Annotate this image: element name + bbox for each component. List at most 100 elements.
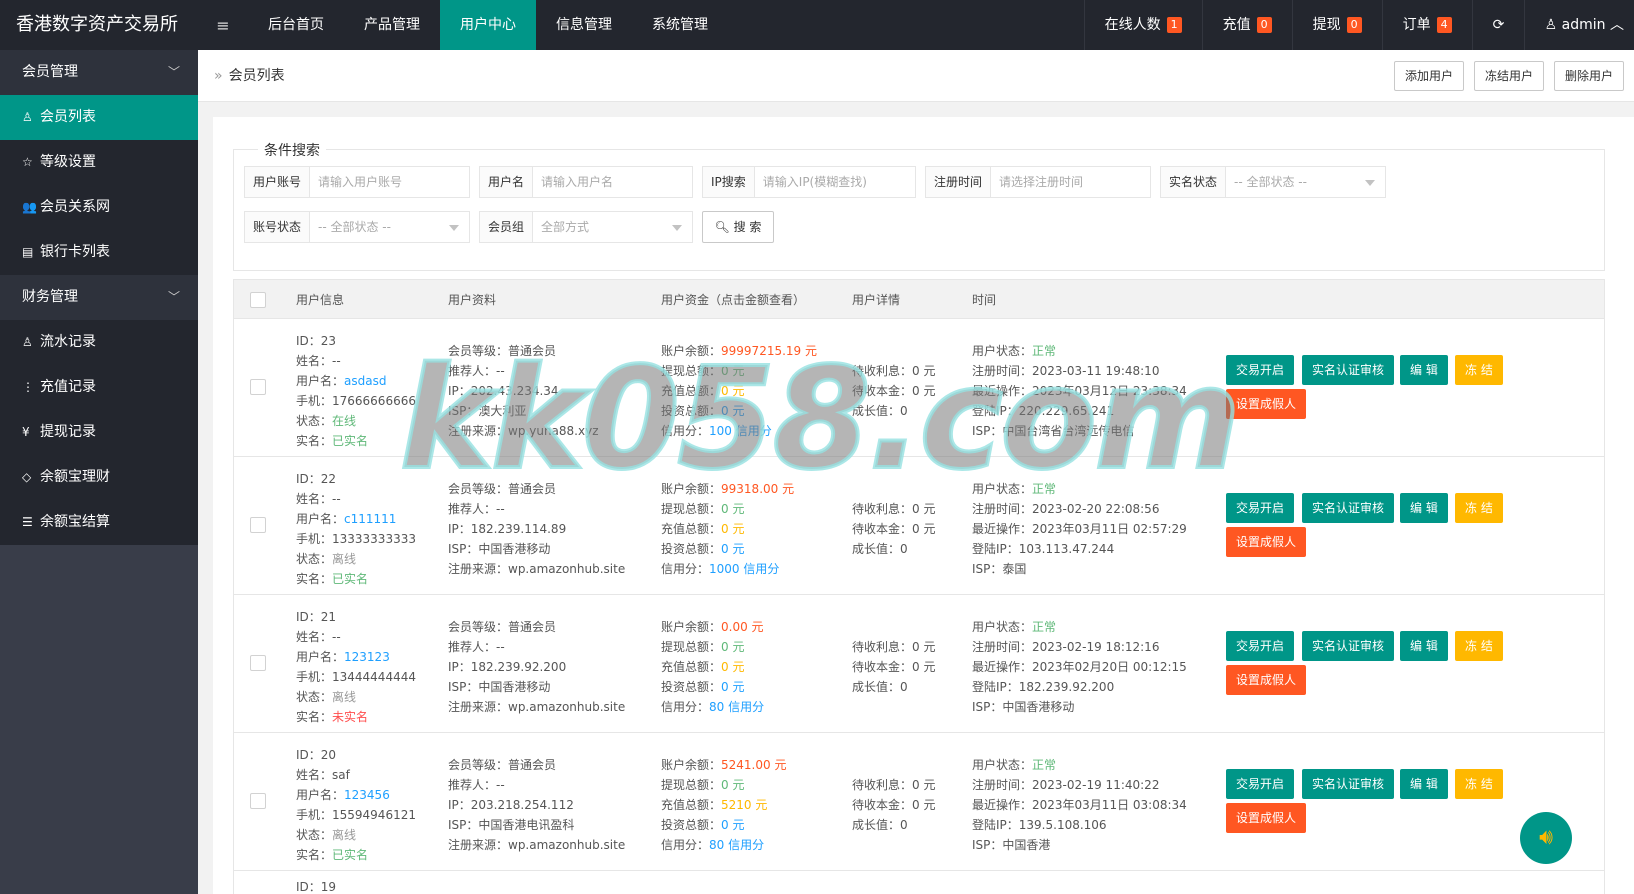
recharge-value[interactable]: 0 元 (721, 660, 744, 674)
admin-name: admin (1561, 17, 1606, 33)
credit-value[interactable]: 100 信用分 (709, 424, 772, 438)
row-checkbox[interactable] (250, 379, 266, 395)
recharge-value[interactable]: 0 元 (721, 384, 744, 398)
topnav-system[interactable]: 系统管理 (632, 0, 728, 50)
freeze-button[interactable]: 冻 结 (1455, 769, 1503, 799)
order-link[interactable]: 订单 4 (1381, 0, 1472, 50)
set-fake-button[interactable]: 设置成假人 (1226, 527, 1307, 557)
credit-value[interactable]: 80 信用分 (709, 838, 764, 852)
username-link[interactable]: 123123 (344, 650, 390, 664)
regtime-input[interactable]: 请选择注册时间 (991, 167, 1150, 197)
verify-review-button[interactable]: 实名认证审核 (1302, 493, 1395, 523)
table-row: ID：19 (233, 871, 1605, 894)
edit-button[interactable]: 编 辑 (1400, 355, 1448, 385)
search-button-label: 搜 索 (733, 220, 762, 234)
account-state-value: 正常 (1032, 620, 1057, 634)
delete-user-button[interactable]: 删除用户 (1553, 61, 1624, 91)
topnav-home[interactable]: 后台首页 (248, 0, 344, 50)
profile-line: 注册来源：wp.yuna88.xyz (448, 424, 599, 438)
sidebar-item-member-list[interactable]: ♙ 会员列表 (0, 95, 198, 140)
sidebar-item-flow[interactable]: ♙ 流水记录 (0, 320, 198, 365)
balance-value[interactable]: 99318.00 元 (721, 482, 794, 496)
sidebar-item-withdraw[interactable]: ¥ 提现记录 (0, 410, 198, 455)
sidebar-group-members[interactable]: 会员管理 ﹀ (0, 50, 198, 95)
edit-button[interactable]: 编 辑 (1400, 631, 1448, 661)
withdraw-value[interactable]: 0 元 (721, 364, 744, 378)
admin-menu[interactable]: ♙ admin ︿ (1523, 0, 1634, 50)
trade-toggle-button[interactable]: 交易开启 (1226, 631, 1295, 661)
withdraw-value[interactable]: 0 元 (721, 502, 744, 516)
verify-label: 实名： (296, 572, 333, 586)
withdraw-value[interactable]: 0 元 (721, 778, 744, 792)
trade-toggle-button[interactable]: 交易开启 (1226, 769, 1295, 799)
time-line: ISP：中国香港移动 (972, 700, 1075, 714)
invest-value[interactable]: 0 元 (721, 404, 744, 418)
speaker-icon[interactable]: 🔊︎ (1520, 812, 1572, 864)
username-link[interactable]: 123456 (344, 788, 390, 802)
user-detail-cell: 待收利息：0 元待收本金：0 元成长值：0 (852, 361, 935, 421)
sidebar-item-relations[interactable]: 👥 会员关系网 (0, 185, 198, 230)
withdraw-link[interactable]: 提现 0 (1291, 0, 1382, 50)
sidebar-item-bank-cards[interactable]: ▤ 银行卡列表 (0, 230, 198, 275)
balance-value[interactable]: 5241.00 元 (721, 758, 786, 772)
sidebar-group-finance[interactable]: 财务管理 ﹀ (0, 275, 198, 320)
order-label: 订单 (1402, 17, 1431, 33)
account-input[interactable]: 请输入用户账号 (310, 167, 469, 197)
credit-value[interactable]: 1000 信用分 (709, 562, 779, 576)
verify-review-button[interactable]: 实名认证审核 (1302, 631, 1395, 661)
table-header: 用户信息 用户资料 用户资金（点击金额查看） 用户详情 时间 (233, 279, 1605, 319)
freeze-button[interactable]: 冻 结 (1455, 493, 1503, 523)
ip-input[interactable]: 请输入IP(模糊查找) (755, 167, 915, 197)
sidebar-group-label: 会员管理 (22, 64, 78, 80)
account-status-select[interactable]: -- 全部状态 -- (310, 212, 469, 242)
add-user-button[interactable]: 添加用户 (1393, 61, 1464, 91)
freeze-button[interactable]: 冻 结 (1455, 631, 1503, 661)
sidebar-item-yuebao[interactable]: ◇ 余额宝理财 (0, 455, 198, 500)
trade-toggle-button[interactable]: 交易开启 (1226, 493, 1295, 523)
username-input[interactable]: 请输入用户名 (533, 167, 692, 197)
invest-value[interactable]: 0 元 (721, 680, 744, 694)
topnav-user-center[interactable]: 用户中心 (440, 0, 536, 50)
freeze-user-button[interactable]: 冻结用户 (1473, 61, 1544, 91)
user-icon: ♙ (22, 110, 33, 124)
online-count-link[interactable]: 在线人数 1 (1083, 0, 1202, 50)
menu-toggle-icon[interactable]: ≡ (198, 16, 248, 35)
trade-toggle-button[interactable]: 交易开启 (1226, 355, 1295, 385)
verify-review-button[interactable]: 实名认证审核 (1302, 769, 1395, 799)
realname-select[interactable]: -- 全部状态 -- (1226, 167, 1385, 197)
set-fake-button[interactable]: 设置成假人 (1226, 665, 1307, 695)
topnav-info[interactable]: 信息管理 (536, 0, 632, 50)
row-checkbox[interactable] (250, 655, 266, 671)
sidebar-item-recharge[interactable]: ⋮ 充值记录 (0, 365, 198, 410)
invest-value[interactable]: 0 元 (721, 818, 744, 832)
balance-value[interactable]: 0.00 元 (721, 620, 764, 634)
recharge-value[interactable]: 5210 元 (721, 798, 767, 812)
username-label: 用户名： (296, 788, 345, 802)
member-group-select[interactable]: 全部方式 (533, 212, 692, 242)
credit-label: 信用分： (661, 424, 710, 438)
invest-value[interactable]: 0 元 (721, 542, 744, 556)
set-fake-button[interactable]: 设置成假人 (1226, 803, 1307, 833)
withdraw-value[interactable]: 0 元 (721, 640, 744, 654)
username-link[interactable]: asdasd (344, 374, 386, 388)
sidebar-item-level-settings[interactable]: ☆ 等级设置 (0, 140, 198, 185)
edit-button[interactable]: 编 辑 (1400, 769, 1448, 799)
sidebar-item-yuebao-settle[interactable]: ☰ 余额宝结算 (0, 500, 198, 545)
balance-value[interactable]: 99997215.19 元 (721, 344, 817, 358)
refresh-icon[interactable]: ⟳ (1471, 0, 1524, 50)
recharge-value[interactable]: 0 元 (721, 522, 744, 536)
search-button[interactable]: 🔍︎ 搜 索 (702, 211, 774, 243)
time-line: 最近操作：2023年02月20日 00:12:15 (972, 660, 1187, 674)
verify-review-button[interactable]: 实名认证审核 (1302, 355, 1395, 385)
user-status-line: 状态：离线 (296, 825, 416, 845)
username-link[interactable]: c111111 (344, 512, 396, 526)
freeze-button[interactable]: 冻 结 (1455, 355, 1503, 385)
edit-button[interactable]: 编 辑 (1400, 493, 1448, 523)
credit-value[interactable]: 80 信用分 (709, 700, 764, 714)
row-checkbox[interactable] (250, 517, 266, 533)
set-fake-button[interactable]: 设置成假人 (1226, 389, 1307, 419)
recharge-link[interactable]: 充值 0 (1201, 0, 1292, 50)
select-all-checkbox[interactable] (250, 292, 266, 308)
row-checkbox[interactable] (250, 793, 266, 809)
topnav-products[interactable]: 产品管理 (344, 0, 440, 50)
